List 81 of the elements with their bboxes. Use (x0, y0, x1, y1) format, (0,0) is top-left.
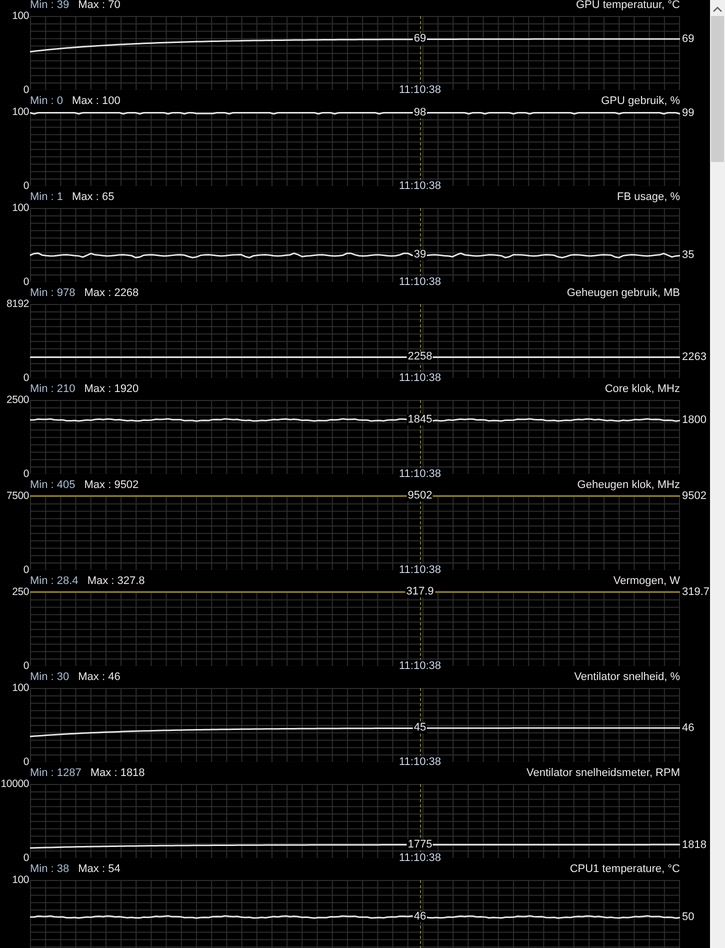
axis-min-label: 0 (23, 756, 29, 768)
max-label: Max : 65 (72, 192, 114, 202)
cursor-time: 11:10:38 (399, 276, 441, 288)
cursor-time: 11:10:38 (399, 660, 441, 672)
min-label: Min : 1287 (30, 768, 82, 778)
graph-title: Core klok, MHz (604, 384, 680, 394)
max-label: Max : 2268 (84, 288, 139, 298)
min-label: Min : 0 (30, 96, 64, 106)
max-label: Max : 327.8 (87, 576, 145, 586)
axis-max-label: 100 (12, 10, 29, 22)
graph-title: Ventilator snelheid, % (574, 672, 680, 682)
graph-title: Ventilator snelheidsmeter, RPM (526, 768, 680, 778)
min-label: Min : 39 (30, 0, 70, 10)
axis-min-label: 0 (23, 852, 29, 864)
min-label: Min : 1 (30, 192, 64, 202)
axis-max-label: 100 (12, 106, 29, 118)
scrollbar-thumb[interactable] (711, 16, 724, 162)
max-label: Max : 9502 (84, 480, 139, 490)
cursor-value: 2258 (406, 352, 434, 363)
max-label: Max : 70 (78, 0, 120, 10)
axis-min-label: 0 (23, 564, 29, 576)
cursor-value: 69 (412, 33, 428, 44)
cursor-value: 98 (412, 107, 428, 118)
cursor-time: 11:10:38 (399, 468, 441, 480)
min-label: Min : 38 (30, 864, 70, 874)
current-value: 1800 (682, 414, 706, 426)
axis-max-label: 2500 (6, 394, 29, 406)
min-label: Min : 28.4 (30, 576, 78, 586)
axis-min-label: 0 (23, 180, 29, 192)
max-label: Max : 54 (78, 864, 120, 874)
axis-min-label: 0 (23, 276, 29, 288)
current-value: 46 (682, 722, 694, 734)
cursor-value: 317.9 (405, 586, 435, 598)
current-value: 50 (682, 911, 694, 923)
graph-title: Vermogen, W (613, 576, 680, 586)
axis-min-label: 0 (23, 372, 29, 384)
cursor-value: 1775 (406, 839, 434, 850)
min-label: Min : 405 (30, 480, 76, 490)
max-label: Max : 1920 (84, 384, 139, 394)
min-label: Min : 210 (30, 384, 76, 394)
max-label: Max : 100 (72, 96, 120, 106)
scroll-up-icon[interactable] (713, 6, 722, 12)
cursor-time: 11:10:38 (399, 756, 441, 768)
min-label: Min : 30 (30, 672, 70, 682)
current-value: 9502 (682, 490, 706, 502)
axis-min-label: 0 (23, 468, 29, 480)
max-label: Max : 46 (78, 672, 120, 682)
min-label: Min : 978 (30, 288, 76, 298)
axis-max-label: 100 (12, 874, 29, 886)
current-value: 69 (682, 32, 694, 45)
max-label: Max : 1818 (90, 768, 145, 778)
cursor-value: 46 (412, 912, 428, 922)
cursor-time: 11:10:38 (399, 564, 441, 576)
axis-max-label: 7500 (6, 490, 29, 502)
cursor-time: 11:10:38 (399, 372, 441, 384)
cursor-time: 11:10:38 (399, 84, 441, 96)
axis-min-label: 0 (23, 84, 29, 96)
current-value: 99 (682, 106, 694, 119)
current-value: 1818 (682, 838, 706, 851)
graph-title: FB usage, % (617, 192, 680, 202)
cursor-value: 1845 (406, 414, 434, 426)
axis-max-label: 100 (12, 202, 29, 214)
current-value: 2263 (682, 351, 706, 364)
cursor-value: 45 (412, 722, 428, 734)
cursor-time: 11:10:38 (399, 180, 441, 192)
graph-title: CPU1 temperature, °C (570, 864, 680, 874)
cursor-value: 9502 (406, 490, 434, 502)
current-value: 319.7 (682, 586, 710, 598)
cursor-value: 39 (412, 250, 428, 261)
graph-title: Geheugen klok, MHz (577, 480, 680, 490)
axis-max-label: 250 (12, 586, 29, 598)
axis-max-label: 8192 (6, 298, 29, 310)
graph-title: GPU gebruik, % (601, 96, 680, 106)
cursor-time: 11:10:38 (399, 852, 441, 864)
axis-max-label: 100 (12, 682, 29, 694)
axis-max-label: 10000 (0, 778, 29, 790)
graph-title: Geheugen gebruik, MB (566, 288, 680, 298)
current-value: 35 (682, 249, 694, 262)
axis-min-label: 0 (23, 660, 29, 672)
scrollbar[interactable] (710, 0, 725, 948)
graph-title: GPU temperatuur, °C (576, 0, 680, 10)
